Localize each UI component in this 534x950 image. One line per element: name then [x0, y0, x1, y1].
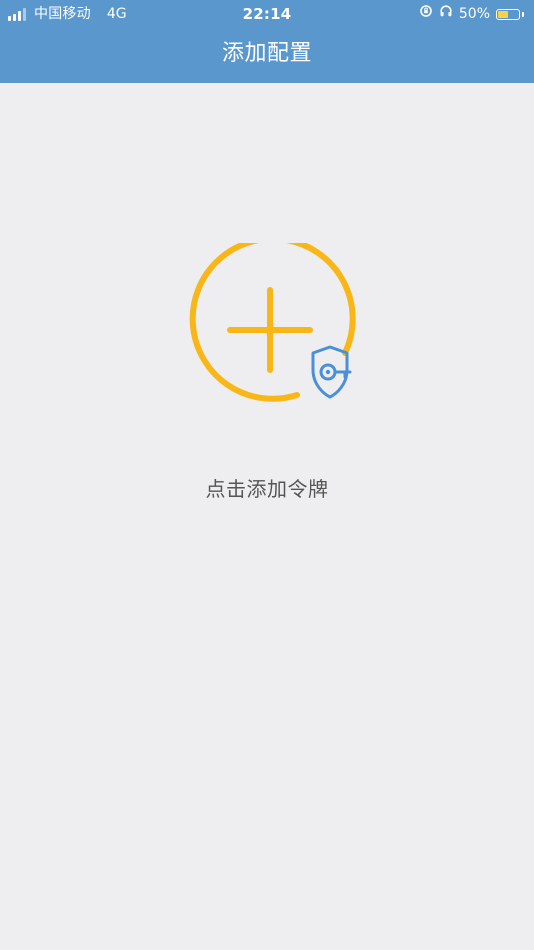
- rotation-lock-icon: [419, 0, 433, 28]
- battery-tip: [522, 11, 524, 17]
- headphones-icon: [439, 0, 453, 28]
- battery-body: [496, 8, 520, 20]
- add-token-button[interactable]: 点击添加令牌: [0, 83, 534, 543]
- battery-level: [498, 10, 508, 18]
- page-title: 添加配置: [221, 41, 312, 66]
- main-content: 点击添加令牌: [0, 83, 534, 950]
- status-bar: 中国移动 4G 22:14 50%: [0, 0, 534, 28]
- status-right: 50%: [419, 0, 524, 28]
- add-token-label: 点击添加令牌: [205, 477, 329, 501]
- battery-percent: 50%: [458, 6, 490, 22]
- top-header: 中国移动 4G 22:14 50% 添加配置: [0, 0, 534, 83]
- battery-charging-icon: [496, 8, 524, 20]
- add-circle-icon: [189, 243, 356, 402]
- app-screen: 中国移动 4G 22:14 50% 添加配置 点击添加令牌: [0, 0, 534, 950]
